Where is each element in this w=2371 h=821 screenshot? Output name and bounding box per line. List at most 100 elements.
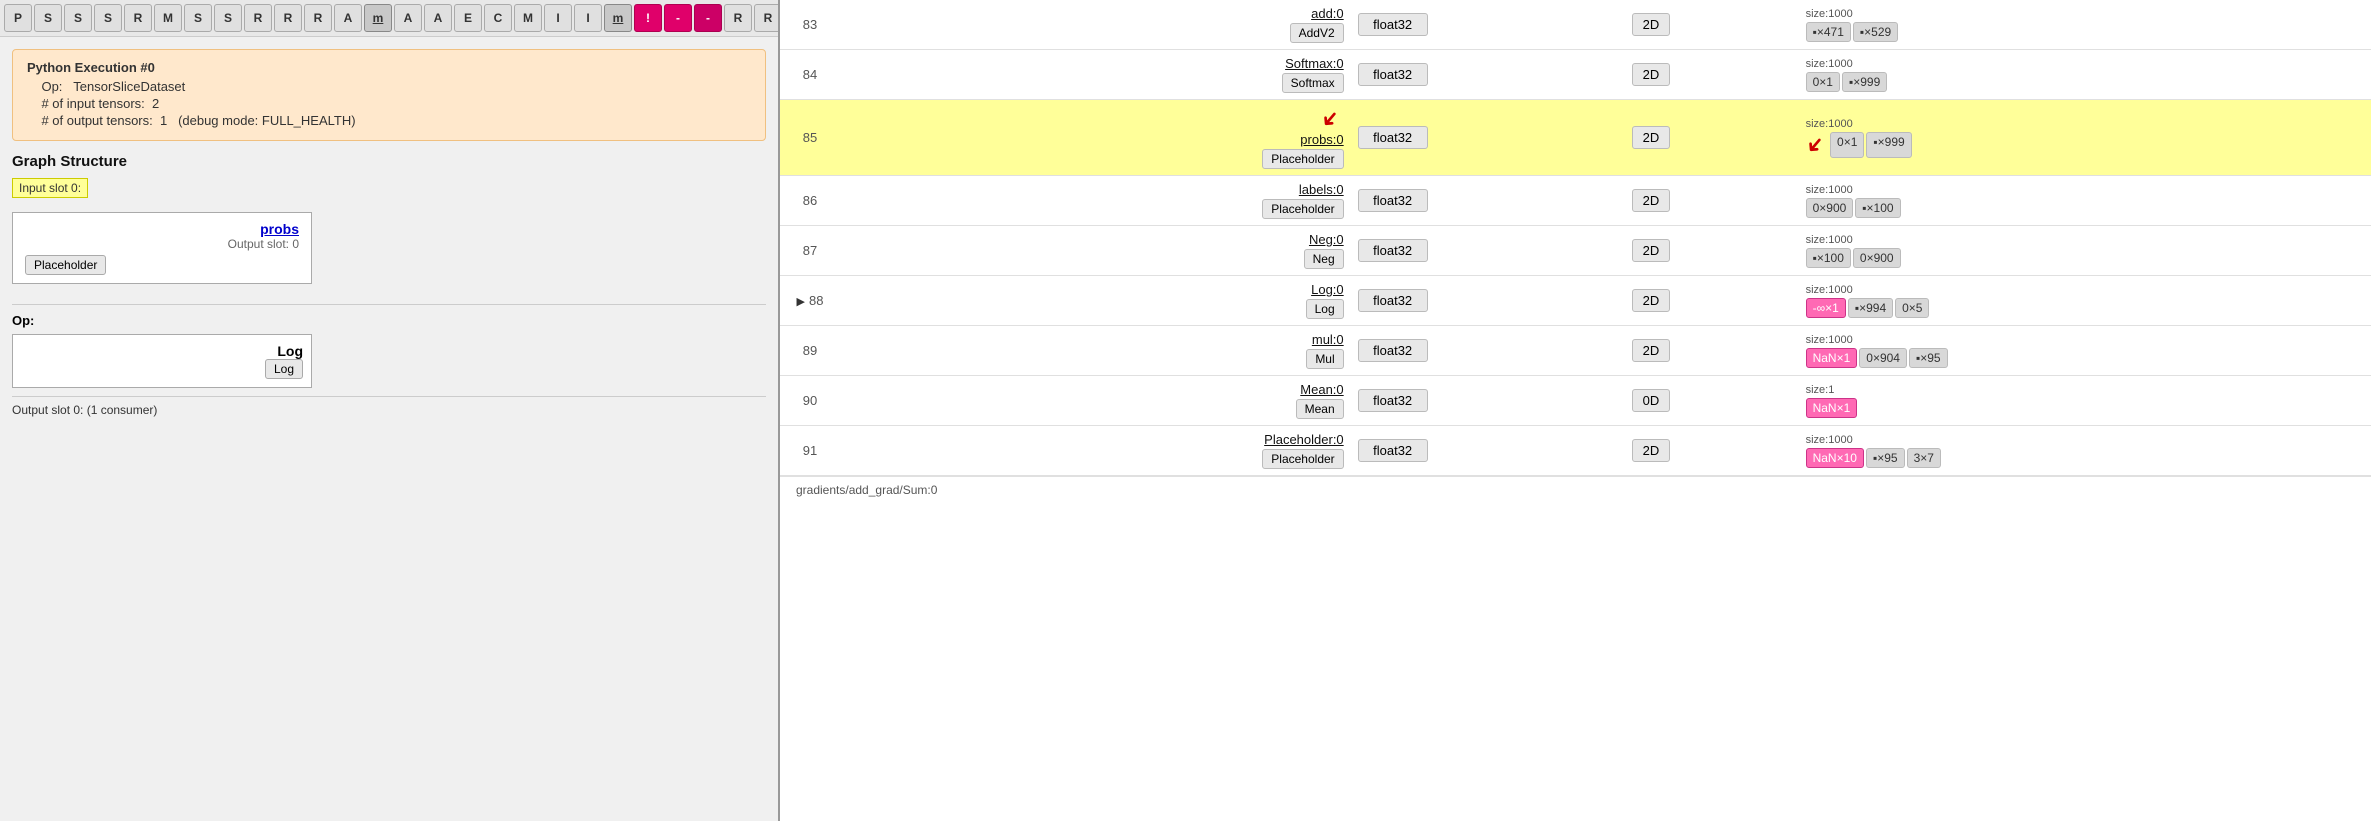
toolbar-btn-0[interactable]: P: [4, 4, 32, 32]
table-row[interactable]: 83 add:0 AddV2 float322D size:1000 ▪×471…: [780, 0, 2371, 50]
dim-cell-2: 2D: [1624, 100, 1798, 176]
toolbar-btn-19[interactable]: I: [574, 4, 602, 32]
toolbar-btn-17[interactable]: M: [514, 4, 542, 32]
op-title-6[interactable]: mul:0: [1312, 332, 1344, 347]
op-type-btn-2[interactable]: Placeholder: [1262, 149, 1343, 169]
toolbar-btn-5[interactable]: M: [154, 4, 182, 32]
toolbar-btn-16[interactable]: C: [484, 4, 512, 32]
toolbar-btn-24[interactable]: R: [724, 4, 752, 32]
op-title-0[interactable]: add:0: [1311, 6, 1344, 21]
table-row[interactable]: ▶88 Log:0 Log float322D size:1000 -∞×1▪×…: [780, 276, 2371, 326]
python-execution-box: Python Execution #0 Op: TensorSliceDatas…: [12, 49, 766, 141]
table-row[interactable]: 91 Placeholder:0 Placeholder float322D s…: [780, 426, 2371, 476]
toolbar-btn-18[interactable]: I: [544, 4, 572, 32]
size-tag-5-2: 0×5: [1895, 298, 1929, 318]
dtype-btn-1[interactable]: float32: [1358, 63, 1428, 86]
dtype-cell-0: float32: [1350, 0, 1624, 50]
op-title-2[interactable]: probs:0: [1300, 132, 1343, 147]
size-cell-0: size:1000 ▪×471▪×529: [1798, 0, 2371, 50]
op-title-1[interactable]: Softmax:0: [1285, 56, 1344, 71]
op-button[interactable]: Log: [265, 359, 303, 379]
dim-btn-7[interactable]: 0D: [1632, 389, 1671, 412]
op-title-8[interactable]: Placeholder:0: [1264, 432, 1344, 447]
toolbar-btn-20[interactable]: m: [604, 4, 632, 32]
op-name-cell-0: add:0 AddV2: [840, 0, 1350, 50]
op-name-cell-4: Neg:0 Neg: [840, 226, 1350, 276]
toolbar-btn-23[interactable]: -: [694, 4, 722, 32]
dim-btn-2[interactable]: 2D: [1632, 126, 1671, 149]
op-type-btn-5[interactable]: Log: [1306, 299, 1344, 319]
dtype-btn-5[interactable]: float32: [1358, 289, 1428, 312]
op-type-btn-4[interactable]: Neg: [1304, 249, 1344, 269]
op-title-5[interactable]: Log:0: [1311, 282, 1344, 297]
dtype-btn-8[interactable]: float32: [1358, 439, 1428, 462]
size-label-2: size:1000: [1806, 118, 2363, 130]
toolbar-btn-11[interactable]: A: [334, 4, 362, 32]
toolbar-btn-9[interactable]: R: [274, 4, 302, 32]
dtype-btn-6[interactable]: float32: [1358, 339, 1428, 362]
toolbar-btn-21[interactable]: !: [634, 4, 662, 32]
size-tag-0-0: ▪×471: [1806, 22, 1851, 42]
dtype-cell-3: float32: [1350, 176, 1624, 226]
size-tag-5-1: ▪×994: [1848, 298, 1893, 318]
table-row[interactable]: 89 mul:0 Mul float322D size:1000 NaN×10×…: [780, 326, 2371, 376]
toolbar-btn-12[interactable]: m: [364, 4, 392, 32]
dtype-btn-3[interactable]: float32: [1358, 189, 1428, 212]
op-name: Log: [21, 343, 303, 359]
dtype-btn-0[interactable]: float32: [1358, 13, 1428, 36]
dim-btn-6[interactable]: 2D: [1632, 339, 1671, 362]
op-title-7[interactable]: Mean:0: [1300, 382, 1343, 397]
expand-arrow-icon[interactable]: ▶: [797, 296, 805, 308]
op-line: Op: TensorSliceDataset: [27, 79, 751, 94]
toolbar-btn-1[interactable]: S: [34, 4, 62, 32]
toolbar-btn-10[interactable]: R: [304, 4, 332, 32]
dtype-btn-4[interactable]: float32: [1358, 239, 1428, 262]
op-type-btn-1[interactable]: Softmax: [1282, 73, 1344, 93]
probs-link[interactable]: probs: [25, 221, 299, 237]
input-tensors-line: # of input tensors: 2: [27, 96, 751, 111]
output-slot-section: Output slot 0: (1 consumer): [12, 396, 766, 417]
dim-btn-0[interactable]: 2D: [1632, 13, 1671, 36]
table-row[interactable]: 84 Softmax:0 Softmax float322D size:1000…: [780, 50, 2371, 100]
dim-cell-5: 2D: [1624, 276, 1798, 326]
op-title-4[interactable]: Neg:0: [1309, 232, 1344, 247]
op-type-btn-7[interactable]: Mean: [1296, 399, 1344, 419]
op-type-btn-3[interactable]: Placeholder: [1262, 199, 1343, 219]
toolbar-btn-8[interactable]: R: [244, 4, 272, 32]
dim-btn-1[interactable]: 2D: [1632, 63, 1671, 86]
dim-btn-3[interactable]: 2D: [1632, 189, 1671, 212]
op-type-btn-8[interactable]: Placeholder: [1262, 449, 1343, 469]
table-row[interactable]: 86 labels:0 Placeholder float322D size:1…: [780, 176, 2371, 226]
toolbar-btn-22[interactable]: -: [664, 4, 692, 32]
output-slot-text: Output slot 0: (1 consumer): [12, 403, 766, 417]
op-type-btn-6[interactable]: Mul: [1306, 349, 1343, 369]
toolbar-btn-3[interactable]: S: [94, 4, 122, 32]
dim-btn-5[interactable]: 2D: [1632, 289, 1671, 312]
toolbar-btn-25[interactable]: R: [754, 4, 780, 32]
table-row[interactable]: 90 Mean:0 Mean float320D size:1 NaN×1: [780, 376, 2371, 426]
size-label-6: size:1000: [1806, 334, 2363, 346]
op-title-3[interactable]: labels:0: [1299, 182, 1344, 197]
table-row[interactable]: 87 Neg:0 Neg float322D size:1000 ▪×1000×…: [780, 226, 2371, 276]
toolbar-btn-6[interactable]: S: [184, 4, 212, 32]
toolbar-btn-7[interactable]: S: [214, 4, 242, 32]
op-type-btn-0[interactable]: AddV2: [1290, 23, 1344, 43]
table-row[interactable]: 85 ➜ probs:0 Placeholder float322D size:…: [780, 100, 2371, 176]
size-label-3: size:1000: [1806, 184, 2363, 196]
dim-cell-7: 0D: [1624, 376, 1798, 426]
dim-btn-8[interactable]: 2D: [1632, 439, 1671, 462]
dtype-btn-7[interactable]: float32: [1358, 389, 1428, 412]
dtype-btn-2[interactable]: float32: [1358, 126, 1428, 149]
toolbar-btn-14[interactable]: A: [424, 4, 452, 32]
dim-btn-4[interactable]: 2D: [1632, 239, 1671, 262]
placeholder-button[interactable]: Placeholder: [25, 255, 106, 275]
row-num-5: ▶88: [780, 276, 840, 326]
size-tag-1-1: ▪×999: [1842, 72, 1887, 92]
table-container[interactable]: 83 add:0 AddV2 float322D size:1000 ▪×471…: [780, 0, 2371, 821]
toolbar-btn-15[interactable]: E: [454, 4, 482, 32]
op-label: Op:: [41, 79, 62, 94]
toolbar-btn-2[interactable]: S: [64, 4, 92, 32]
size-tags-2: ➜0×1▪×999: [1806, 132, 2363, 158]
toolbar-btn-4[interactable]: R: [124, 4, 152, 32]
toolbar-btn-13[interactable]: A: [394, 4, 422, 32]
